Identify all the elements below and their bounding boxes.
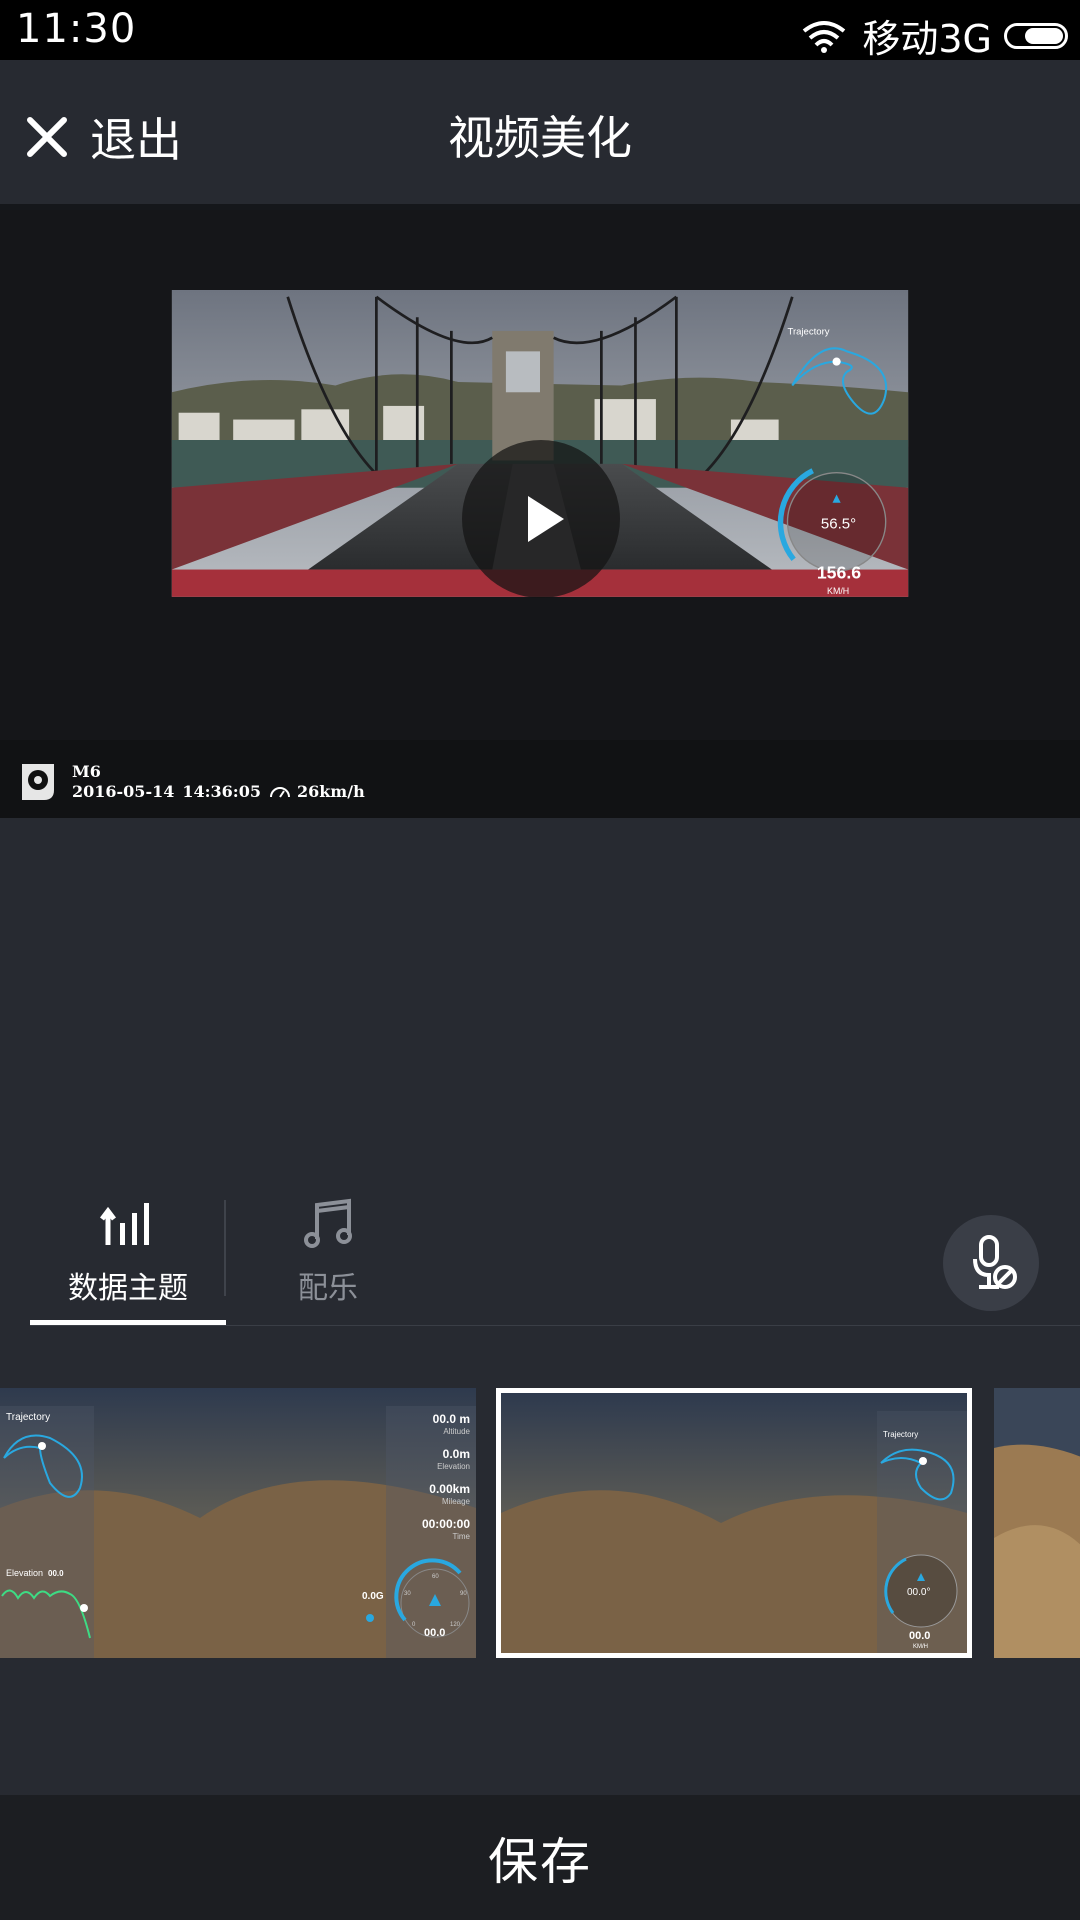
trajectory-marker [832, 357, 841, 366]
status-bar: 11:30 移动3G [0, 0, 1080, 63]
tab-data-theme-label[interactable]: 数据主题 [30, 1263, 226, 1307]
wifi-icon [803, 20, 846, 53]
watermark-info: 2016-05-14 14:36:05 26km/h [72, 782, 373, 801]
status-right: 移动3G [802, 8, 1068, 63]
tab-data-theme[interactable]: 数据主题 [30, 1195, 226, 1325]
theme-list: Trajectory Elevation 00.0 00.0 m Altitud… [0, 1388, 1080, 1658]
bar-chart-icon [100, 1203, 149, 1245]
editor-tabs: 数据主题 配乐 [0, 1195, 1080, 1325]
top-nav-bar: 退出 视频美化 [0, 60, 1080, 210]
overlay-trajectory-label: Trajectory [788, 326, 830, 337]
theme1-elevation-label: Elevation [6, 1568, 43, 1578]
theme2-speed-unit: KM/H [913, 1644, 928, 1650]
theme1-mileage-label: Mileage [442, 1497, 471, 1506]
play-icon[interactable] [462, 440, 620, 598]
theme1-g-value: 0.0G [362, 1591, 384, 1602]
theme1-gauge-tick: 120 [450, 1622, 461, 1628]
save-label[interactable]: 保存 [488, 1822, 592, 1894]
play-button[interactable] [462, 440, 620, 598]
tab-music-label[interactable]: 配乐 [230, 1263, 426, 1307]
music-note-icon [304, 1198, 352, 1248]
tabs-divider-line [30, 1325, 1080, 1326]
theme1-gauge-tick: 90 [460, 1591, 467, 1597]
watermark-speed: 26km/h [296, 782, 365, 801]
status-time: 11:30 [16, 6, 137, 52]
theme-option-2-selected[interactable]: Trajectory 00.0° 00.0 KM/H [496, 1388, 972, 1658]
theme-option-3[interactable] [994, 1388, 1080, 1658]
theme2-trajectory-label: Trajectory [883, 1430, 918, 1439]
mic-toggle-button[interactable] [943, 1215, 1039, 1311]
battery-level [1025, 27, 1063, 44]
theme1-altitude-value: 00.0 m [433, 1412, 470, 1426]
theme1-mileage-value: 0.00km [429, 1482, 470, 1496]
theme1-gauge-tick: 30 [404, 1591, 411, 1597]
speedometer-icon [269, 786, 290, 798]
carrier-label: 移动3G [862, 17, 992, 61]
compass-reading: 56.5° [821, 516, 856, 533]
theme2-compass-reading: 00.0° [907, 1587, 930, 1598]
page-title: 视频美化 [448, 111, 632, 165]
theme2-speed-value: 00.0 [909, 1630, 930, 1642]
tab-divider [224, 1200, 226, 1296]
watermark-strip [0, 740, 1080, 818]
mic-off-icon[interactable] [943, 1215, 1039, 1311]
watermark-device: M6 [72, 762, 101, 781]
camera-logo-icon [22, 764, 54, 800]
watermark-date: 2016-05-14 [72, 782, 175, 801]
speed-unit: KM/H [827, 586, 849, 596]
theme1-elevation-m-label: Elevation [437, 1462, 470, 1471]
speed-value: 156.6 [817, 562, 861, 582]
theme1-trajectory-label: Trajectory [6, 1412, 50, 1423]
theme1-elevation-m-value: 0.0m [443, 1447, 470, 1461]
save-button[interactable]: 保存 [0, 1795, 1080, 1920]
battery-icon [1004, 22, 1068, 49]
theme1-time-value: 00:00:00 [422, 1517, 470, 1531]
theme1-altitude-label: Altitude [443, 1427, 470, 1436]
tab-music[interactable]: 配乐 [230, 1195, 426, 1325]
theme1-time-label: Time [453, 1532, 471, 1541]
watermark-time: 14:36:05 [182, 782, 261, 801]
theme1-gauge-tick: 60 [432, 1574, 439, 1580]
theme1-speed-value: 00.0 [424, 1627, 445, 1639]
theme1-elevation-value: 00.0 [48, 1569, 64, 1578]
theme-option-1[interactable]: Trajectory Elevation 00.0 00.0 m Altitud… [0, 1388, 476, 1658]
